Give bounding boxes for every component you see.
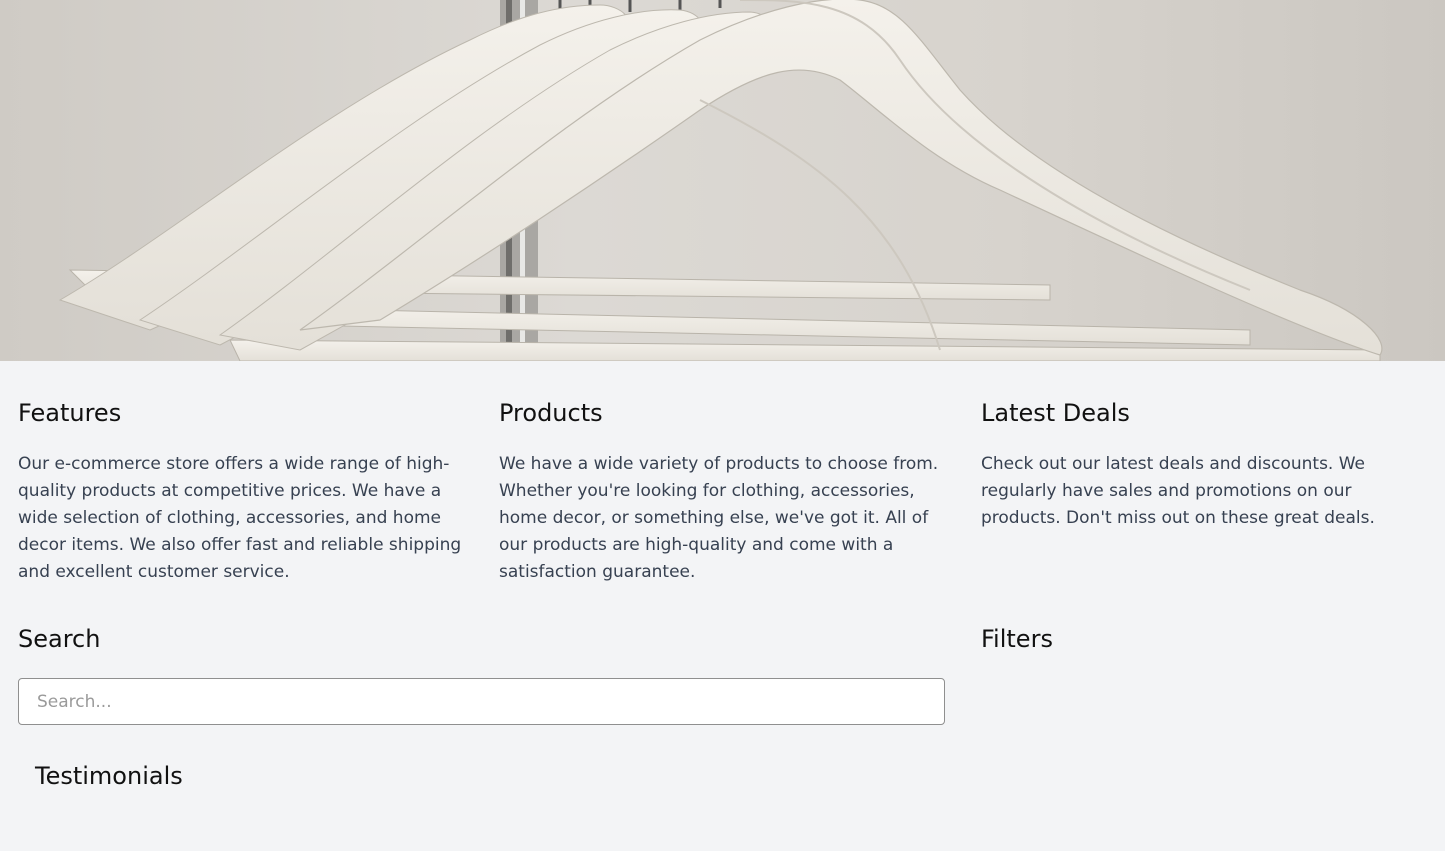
latest-deals-section: Latest Deals Check out our latest deals … <box>981 397 1427 532</box>
testimonials-section: Testimonials <box>35 760 635 792</box>
latest-deals-heading: Latest Deals <box>981 399 1130 427</box>
filters-section: Filters <box>981 623 1427 655</box>
features-section: Features Our e-commerce store offers a w… <box>18 397 464 586</box>
latest-deals-description: Check out our latest deals and discounts… <box>981 454 1375 528</box>
products-section: Products We have a wide variety of produ… <box>499 397 945 586</box>
products-description: We have a wide variety of products to ch… <box>499 454 939 582</box>
features-heading: Features <box>18 399 122 427</box>
testimonials-heading: Testimonials <box>35 762 183 790</box>
products-heading: Products <box>499 399 603 427</box>
search-section: Search <box>18 623 945 725</box>
clothes-hangers-image <box>58 0 1383 361</box>
hero-banner <box>0 0 1445 361</box>
filters-heading: Filters <box>981 625 1053 653</box>
features-description: Our e-commerce store offers a wide range… <box>18 454 462 582</box>
search-input[interactable] <box>18 678 945 725</box>
search-heading: Search <box>18 625 101 653</box>
